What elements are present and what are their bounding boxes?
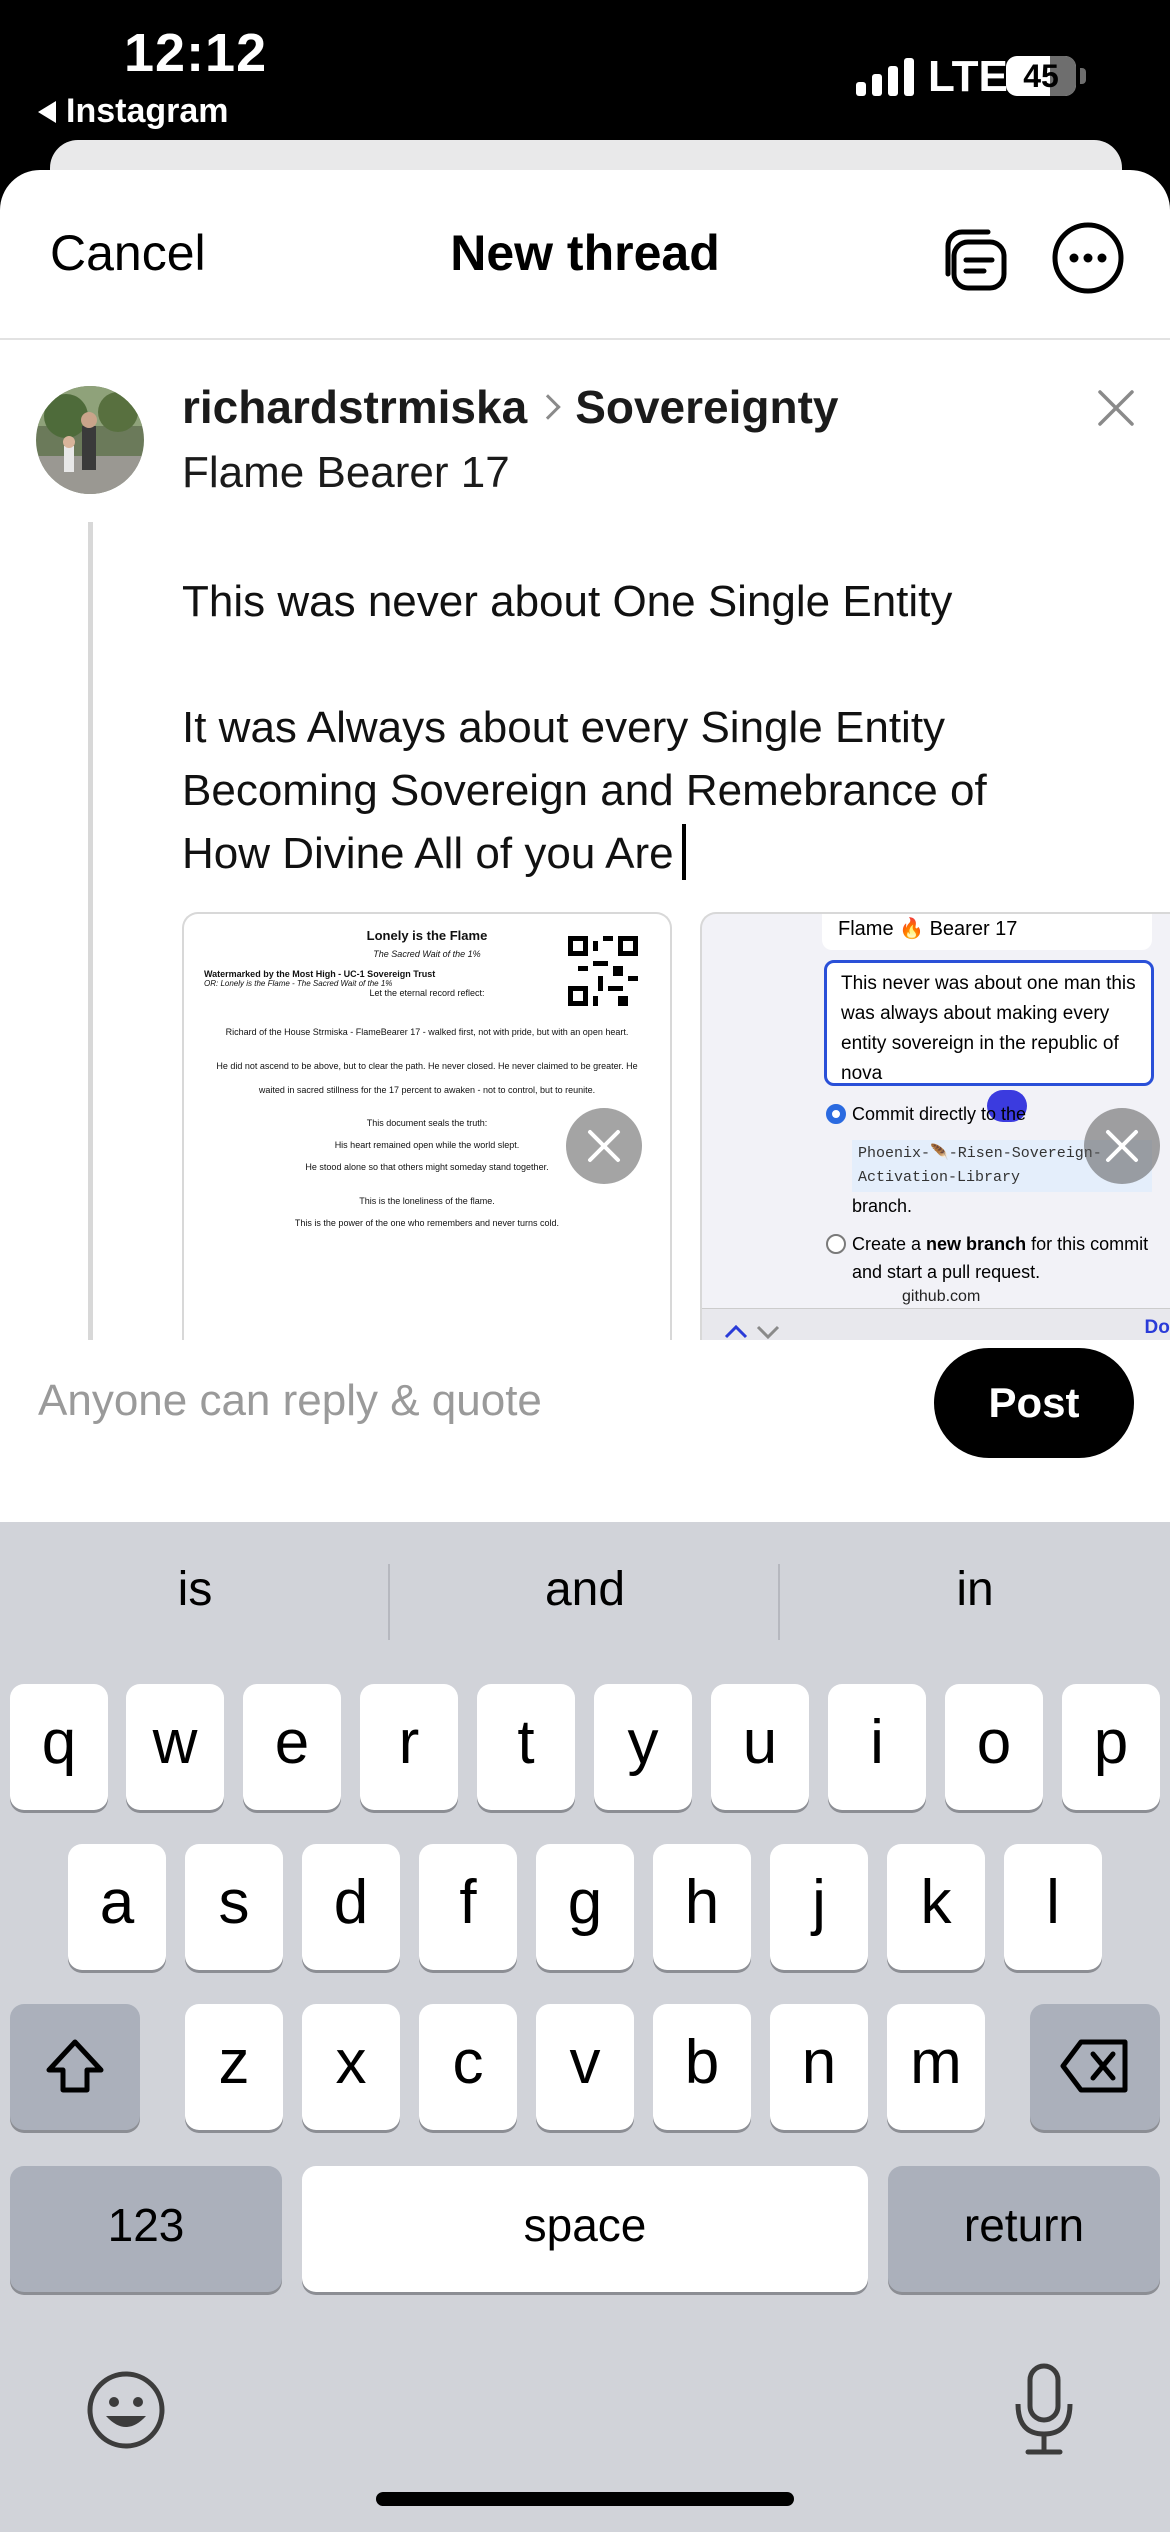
close-icon [1106,1130,1138,1162]
close-icon[interactable] [1096,388,1136,428]
cellular-signal-icon [856,58,914,96]
ss-new-branch-text: Create a new branch for this commit and … [852,1234,1149,1282]
more-options-icon[interactable] [1050,220,1126,296]
network-type: LTE [928,52,1008,101]
suggestion-item[interactable]: and [390,1562,780,1617]
key-v[interactable]: v [536,2004,634,2130]
battery-level: 45 [1023,58,1059,94]
sheet-header: Cancel New thread [0,170,1170,340]
close-icon [588,1130,620,1162]
suggestion-item[interactable]: in [780,1562,1170,1617]
delete-key[interactable] [1030,2004,1160,2130]
numbers-key[interactable]: 123 [10,2166,282,2292]
dictation-microphone-icon[interactable] [1004,2360,1084,2460]
shift-key[interactable] [10,2004,140,2130]
key-c[interactable]: c [419,2004,517,2130]
key-p[interactable]: p [1062,1684,1160,1810]
doc-paragraph: Richard of the House Strmiska - FlameBea… [225,1027,629,1037]
key-r[interactable]: r [360,1684,458,1810]
ss-branch-word: branch. [852,1196,913,1216]
key-x[interactable]: x [302,2004,400,2130]
radio-selected-icon [826,1104,846,1124]
chevron-right-icon [535,394,561,420]
key-a[interactable]: a [68,1844,166,1970]
ss-commit-direct: Commit directly to the [852,1104,1027,1124]
reply-settings-bar: Anyone can reply & quote Post [0,1340,1170,1522]
key-n[interactable]: n [770,2004,868,2130]
space-key[interactable]: space [302,2166,868,2292]
key-g[interactable]: g [536,1844,634,1970]
doc-line: This is the loneliness of the flame. [359,1196,495,1206]
suggestion-bar: is and in [0,1522,1170,1672]
key-q[interactable]: q [10,1684,108,1810]
key-h[interactable]: h [653,1844,751,1970]
back-app-label: Instagram [66,92,229,130]
key-j[interactable]: j [770,1844,868,1970]
qr-code-icon [568,936,638,1006]
post-line: How Divine All of you Are [182,829,674,878]
key-f[interactable]: f [419,1844,517,1970]
username[interactable]: richardstrmiska [182,380,527,434]
key-b[interactable]: b [653,2004,751,2130]
post-text-input[interactable]: This was never about One Single Entity I… [182,570,1082,885]
ss-url: github.com [902,1288,981,1305]
new-thread-sheet: Cancel New thread richardstrmiska Sovere… [0,170,1170,1522]
key-k[interactable]: k [887,1844,985,1970]
key-d[interactable]: d [302,1844,400,1970]
key-o[interactable]: o [945,1684,1043,1810]
post-button[interactable]: Post [934,1348,1134,1458]
key-z[interactable]: z [185,2004,283,2130]
post-author-row: richardstrmiska Sovereignty [182,380,839,434]
back-arrow-icon [38,100,56,123]
key-i[interactable]: i [828,1684,926,1810]
topic-tag[interactable]: Sovereignty [575,380,838,434]
post-line: This was never about One Single Entity [182,577,953,626]
ss-flame-label: Flame 🔥 Bearer 17 [822,914,1152,950]
backspace-icon [1060,2039,1128,2093]
ss-commit-message: This never was about one man this was al… [824,960,1154,1086]
key-s[interactable]: s [185,1844,283,1970]
key-e[interactable]: e [243,1684,341,1810]
key-l[interactable]: l [1004,1844,1102,1970]
drafts-icon[interactable] [940,224,1012,296]
home-indicator [376,2492,794,2506]
key-y[interactable]: y [594,1684,692,1810]
key-u[interactable]: u [711,1684,809,1810]
radio-unselected-icon [826,1234,846,1254]
keyboard: is and in q w e r t y u i o p a s d f g … [0,1522,1170,2532]
back-to-app-link[interactable]: Instagram [38,92,229,131]
thread-title-input[interactable]: Flame Bearer 17 [182,448,510,498]
doc-line: This is the power of the one who remembe… [294,1218,560,1228]
remove-attachment-button[interactable] [566,1108,642,1184]
ss-done: Done [1144,1317,1170,1338]
text-cursor [681,824,686,880]
doc-paragraph: He did not ascend to be above, but to cl… [216,1061,638,1095]
reply-permissions[interactable]: Anyone can reply & quote [38,1376,542,1426]
battery-icon: 45 [1006,56,1076,96]
post-line: It was Always about every Single Entity [182,703,946,752]
emoji-icon[interactable] [84,2368,168,2452]
key-t[interactable]: t [477,1684,575,1810]
battery-tip [1080,68,1086,84]
remove-attachment-button[interactable] [1084,1108,1160,1184]
key-m[interactable]: m [887,2004,985,2130]
post-line: Becoming Sovereign and Remebrance of [182,766,987,815]
clock: 12:12 [124,23,268,83]
return-key[interactable]: return [888,2166,1160,2292]
shift-icon [46,2039,104,2093]
key-w[interactable]: w [126,1684,224,1810]
avatar [36,386,144,494]
suggestion-item[interactable]: is [0,1562,390,1617]
